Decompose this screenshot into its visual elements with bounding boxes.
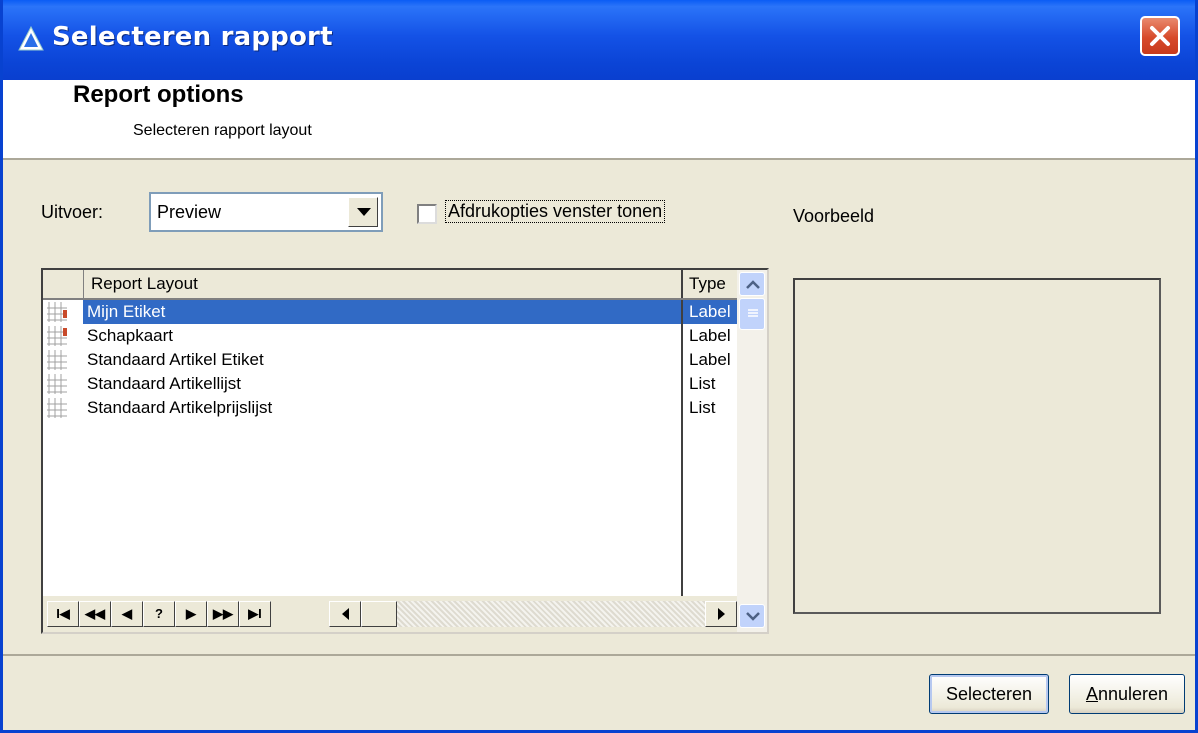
arrow-left-icon — [342, 608, 349, 620]
scroll-up-button[interactable] — [739, 272, 765, 296]
vertical-scroll-thumb[interactable] — [739, 298, 765, 330]
scroll-left-button[interactable] — [329, 601, 361, 627]
grid-row-icon — [47, 350, 67, 370]
cell-report-name: Standaard Artikel Etiket — [87, 350, 264, 369]
vertical-scrollbar[interactable] — [737, 270, 767, 632]
title-bar[interactable]: Selecteren rapport — [3, 0, 1195, 80]
column-header-type[interactable]: Type — [689, 274, 735, 294]
scroll-right-button[interactable] — [705, 601, 737, 627]
nav-last-button[interactable]: ▶I — [239, 601, 271, 627]
cell-report-name: Standaard Artikelprijslijst — [87, 398, 273, 417]
close-icon — [1150, 26, 1170, 46]
cancel-button[interactable]: Annuleren — [1069, 674, 1185, 714]
cell-report-type: Label — [683, 300, 737, 324]
window-title: Selecteren rapport — [52, 22, 333, 52]
table-row[interactable]: Standaard Artikel Etiket Label — [43, 348, 737, 372]
cell-report-type: Label — [689, 326, 731, 345]
chevron-down-icon — [357, 208, 371, 216]
cell-report-name: Schapkaart — [87, 326, 173, 345]
cancel-button-mnemonic: A — [1085, 684, 1098, 704]
cell-report-type: List — [689, 398, 716, 417]
preview-label: Voorbeeld — [793, 206, 875, 226]
select-button[interactable]: Selecteren — [929, 674, 1049, 714]
cell-report-name: Mijn Etiket — [83, 300, 681, 324]
column-header-report-layout[interactable]: Report Layout — [91, 274, 198, 294]
app-icon — [18, 25, 44, 51]
cell-report-type: List — [689, 374, 716, 393]
close-button[interactable] — [1140, 16, 1180, 56]
dialog-window: Selecteren rapport Report options Select… — [0, 0, 1198, 733]
table-row[interactable]: Standaard Artikellijst List — [43, 372, 737, 396]
nav-next-button[interactable]: ▶ — [175, 601, 207, 627]
scroll-down-button[interactable] — [739, 604, 765, 628]
chevron-up-icon — [746, 280, 760, 289]
horizontal-scroll-thumb[interactable] — [361, 601, 397, 627]
record-navigator: I◀ ◀◀ ◀ ? ▶ ▶▶ ▶I — [43, 596, 737, 632]
report-layout-grid[interactable]: Report Layout Type Mijn Etiket Label Sch… — [41, 268, 769, 634]
cancel-button-label: nnuleren — [1097, 684, 1169, 704]
report-icon — [47, 302, 67, 322]
dropdown-arrow-button[interactable] — [348, 197, 378, 227]
nav-prev-page-button[interactable]: ◀◀ — [79, 601, 111, 627]
column-divider-line — [681, 300, 683, 600]
print-options-label[interactable]: Afdrukopties venster tonen — [445, 200, 666, 223]
footer-divider — [3, 654, 1195, 656]
page-subtitle: Selecteren rapport layout — [133, 122, 312, 139]
nav-goto-button[interactable]: ? — [143, 601, 175, 627]
dialog-header: Report options Selecteren rapport layout — [3, 80, 1195, 160]
grid-header: Report Layout Type — [43, 270, 737, 300]
grip-icon — [748, 309, 758, 317]
table-row[interactable]: Mijn Etiket Label — [43, 300, 737, 324]
output-select[interactable]: Preview — [149, 192, 383, 232]
page-title: Report options — [73, 81, 244, 108]
column-divider[interactable] — [681, 270, 683, 298]
chevron-down-icon — [746, 612, 760, 621]
output-label: Uitvoer: — [41, 202, 104, 222]
grid-row-icon — [47, 398, 67, 418]
nav-next-page-button[interactable]: ▶▶ — [207, 601, 239, 627]
preview-box — [793, 278, 1161, 614]
print-options-checkbox[interactable] — [417, 204, 437, 224]
output-select-value: Preview — [157, 202, 222, 222]
table-row[interactable]: Schapkaart Label — [43, 324, 737, 348]
cell-report-name: Standaard Artikellijst — [87, 374, 242, 393]
horizontal-scrollbar[interactable] — [329, 601, 737, 627]
nav-prev-button[interactable]: ◀ — [111, 601, 143, 627]
row-indicator-header — [43, 270, 84, 298]
grid-row-icon — [47, 374, 67, 394]
cell-report-type: Label — [689, 350, 731, 369]
nav-first-button[interactable]: I◀ — [47, 601, 79, 627]
table-row[interactable]: Standaard Artikelprijslijst List — [43, 396, 737, 420]
arrow-right-icon — [718, 608, 725, 620]
report-icon — [47, 326, 67, 346]
